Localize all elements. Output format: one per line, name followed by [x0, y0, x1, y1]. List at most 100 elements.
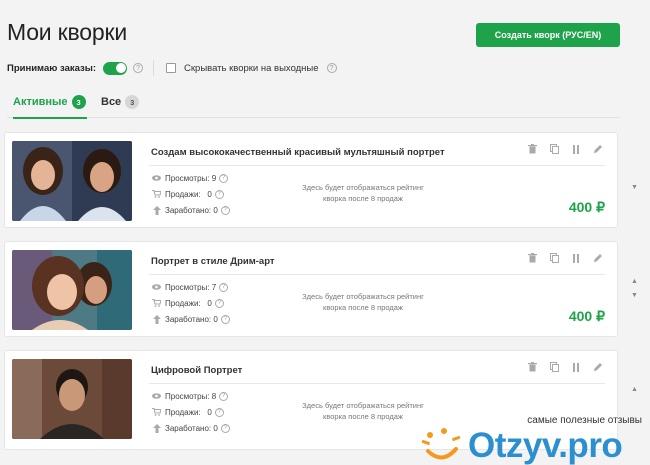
tab-active[interactable]: Активные 3 [13, 92, 87, 119]
watermark-logo-text: Otzyv.pro [468, 426, 623, 465]
help-icon[interactable]: ? [219, 282, 229, 292]
kwork-thumbnail[interactable] [12, 141, 132, 221]
divider [149, 383, 605, 384]
help-icon[interactable]: ? [214, 407, 224, 417]
views-label: Просмотры: [165, 391, 210, 401]
help-icon[interactable]: ? [326, 63, 337, 73]
views-label: Просмотры: [165, 173, 210, 183]
divider [149, 274, 605, 275]
edit-icon[interactable] [593, 253, 603, 263]
tab-label: Все [101, 96, 122, 108]
portrait-image [12, 359, 132, 439]
cart-icon [152, 408, 161, 417]
kwork-thumbnail[interactable] [12, 250, 132, 330]
tab-bar: Активные 3 Все 3 [7, 92, 620, 119]
trash-icon[interactable] [527, 253, 537, 263]
views-label: Просмотры: [165, 282, 210, 292]
page-title: Мои кворки [7, 19, 127, 45]
stat-views: Просмотры: 8 ? [152, 388, 230, 404]
upload-icon [152, 314, 161, 324]
help-icon[interactable]: ? [133, 63, 144, 73]
help-icon[interactable]: ? [214, 189, 224, 199]
toggle-knob [115, 63, 126, 73]
views-value: 7 [211, 282, 217, 292]
kwork-price: 400 ₽ [568, 308, 605, 324]
kwork-card: Создам высококачественный красивый мульт… [4, 132, 618, 228]
portrait-image [12, 250, 132, 330]
sales-label: Продажи: [165, 407, 201, 417]
kwork-stats: Просмотры: 8 ? Продажи: 0 ? Заработано: … [152, 388, 230, 436]
edit-icon[interactable] [593, 144, 603, 154]
kwork-actions [527, 253, 603, 263]
pause-icon[interactable] [571, 362, 581, 372]
pause-icon[interactable] [571, 144, 581, 154]
watermark-logo: Otzyv.pro [420, 425, 648, 465]
move-down-icon[interactable]: ▼ [631, 184, 638, 191]
copy-icon[interactable] [549, 253, 559, 263]
stat-sales: Продажи: 0 ? [152, 295, 230, 311]
pause-icon[interactable] [571, 253, 581, 263]
help-icon[interactable]: ? [220, 314, 230, 324]
rating-note: Здесь будет отображаться рейтинг кворка … [302, 183, 424, 203]
earned-value: 0 [213, 423, 218, 433]
kwork-title[interactable]: Портрет в стиле Дрим-арт [151, 256, 275, 267]
trash-icon[interactable] [527, 362, 537, 372]
kwork-title[interactable]: Цифровой Портрет [151, 365, 242, 376]
move-up-icon[interactable]: ▲ [631, 386, 638, 393]
sales-label: Продажи: [165, 189, 201, 199]
divider [149, 165, 605, 166]
tab-label: Активные [13, 96, 68, 108]
earned-value: 0 [213, 205, 218, 215]
earned-label: Заработано: [165, 423, 212, 433]
stat-views: Просмотры: 7 ? [152, 279, 230, 295]
cart-icon [152, 190, 161, 199]
help-icon[interactable]: ? [219, 173, 229, 183]
kwork-actions [527, 144, 603, 154]
sales-value: 0 [207, 407, 212, 417]
stat-earned: Заработано: 0 ? [152, 202, 230, 218]
watermark: самые полезные отзывы Otzyv.pro [420, 405, 650, 465]
count-badge: 3 [71, 95, 86, 109]
eye-icon [152, 283, 161, 292]
controls-bar: Принимаю заказы: ? Скрывать кворки на вы… [7, 60, 337, 76]
smiley-logo-icon [421, 428, 461, 460]
eye-icon [152, 174, 161, 183]
kwork-thumbnail[interactable] [12, 359, 132, 439]
cart-icon [152, 299, 161, 308]
accept-orders-label: Принимаю заказы: [7, 62, 97, 74]
kwork-title[interactable]: Создам высококачественный красивый мульт… [151, 147, 445, 158]
portrait-image [12, 141, 132, 221]
help-icon[interactable]: ? [220, 423, 230, 433]
hide-weekends-checkbox[interactable] [166, 63, 177, 73]
copy-icon[interactable] [549, 144, 559, 154]
copy-icon[interactable] [549, 362, 559, 372]
earned-value: 0 [213, 314, 218, 324]
accept-orders-toggle[interactable] [103, 61, 128, 75]
help-icon[interactable]: ? [219, 391, 229, 401]
move-up-icon[interactable]: ▲ [631, 278, 638, 285]
stat-sales: Продажи: 0 ? [152, 186, 230, 202]
kwork-card: Портрет в стиле Дрим-арт Просмотры: 7 ? … [4, 241, 618, 337]
kwork-stats: Просмотры: 9 ? Продажи: 0 ? Заработано: … [152, 170, 230, 218]
create-kwork-button[interactable]: Создать кворк (РУС/EN) [476, 23, 620, 47]
help-icon[interactable]: ? [214, 298, 224, 308]
trash-icon[interactable] [527, 144, 537, 154]
stat-earned: Заработано: 0 ? [152, 311, 230, 327]
help-icon[interactable]: ? [220, 205, 230, 215]
views-value: 9 [211, 173, 217, 183]
eye-icon [152, 392, 161, 401]
sales-value: 0 [207, 189, 212, 199]
kwork-actions [527, 362, 603, 372]
earned-label: Заработано: [165, 205, 212, 215]
kwork-stats: Просмотры: 7 ? Продажи: 0 ? Заработано: … [152, 279, 230, 327]
edit-icon[interactable] [593, 362, 603, 372]
hide-weekends-label[interactable]: Скрывать кворки на выходные [184, 63, 319, 74]
move-down-icon[interactable]: ▼ [631, 292, 638, 299]
stat-sales: Продажи: 0 ? [152, 404, 230, 420]
stat-earned: Заработано: 0 ? [152, 420, 230, 436]
count-badge: 3 [125, 95, 140, 109]
kwork-price: 400 ₽ [568, 199, 605, 215]
rating-note: Здесь будет отображаться рейтинг кворка … [302, 292, 424, 312]
rating-note: Здесь будет отображаться рейтинг кворка … [302, 401, 424, 421]
tab-all[interactable]: Все 3 [101, 92, 140, 118]
